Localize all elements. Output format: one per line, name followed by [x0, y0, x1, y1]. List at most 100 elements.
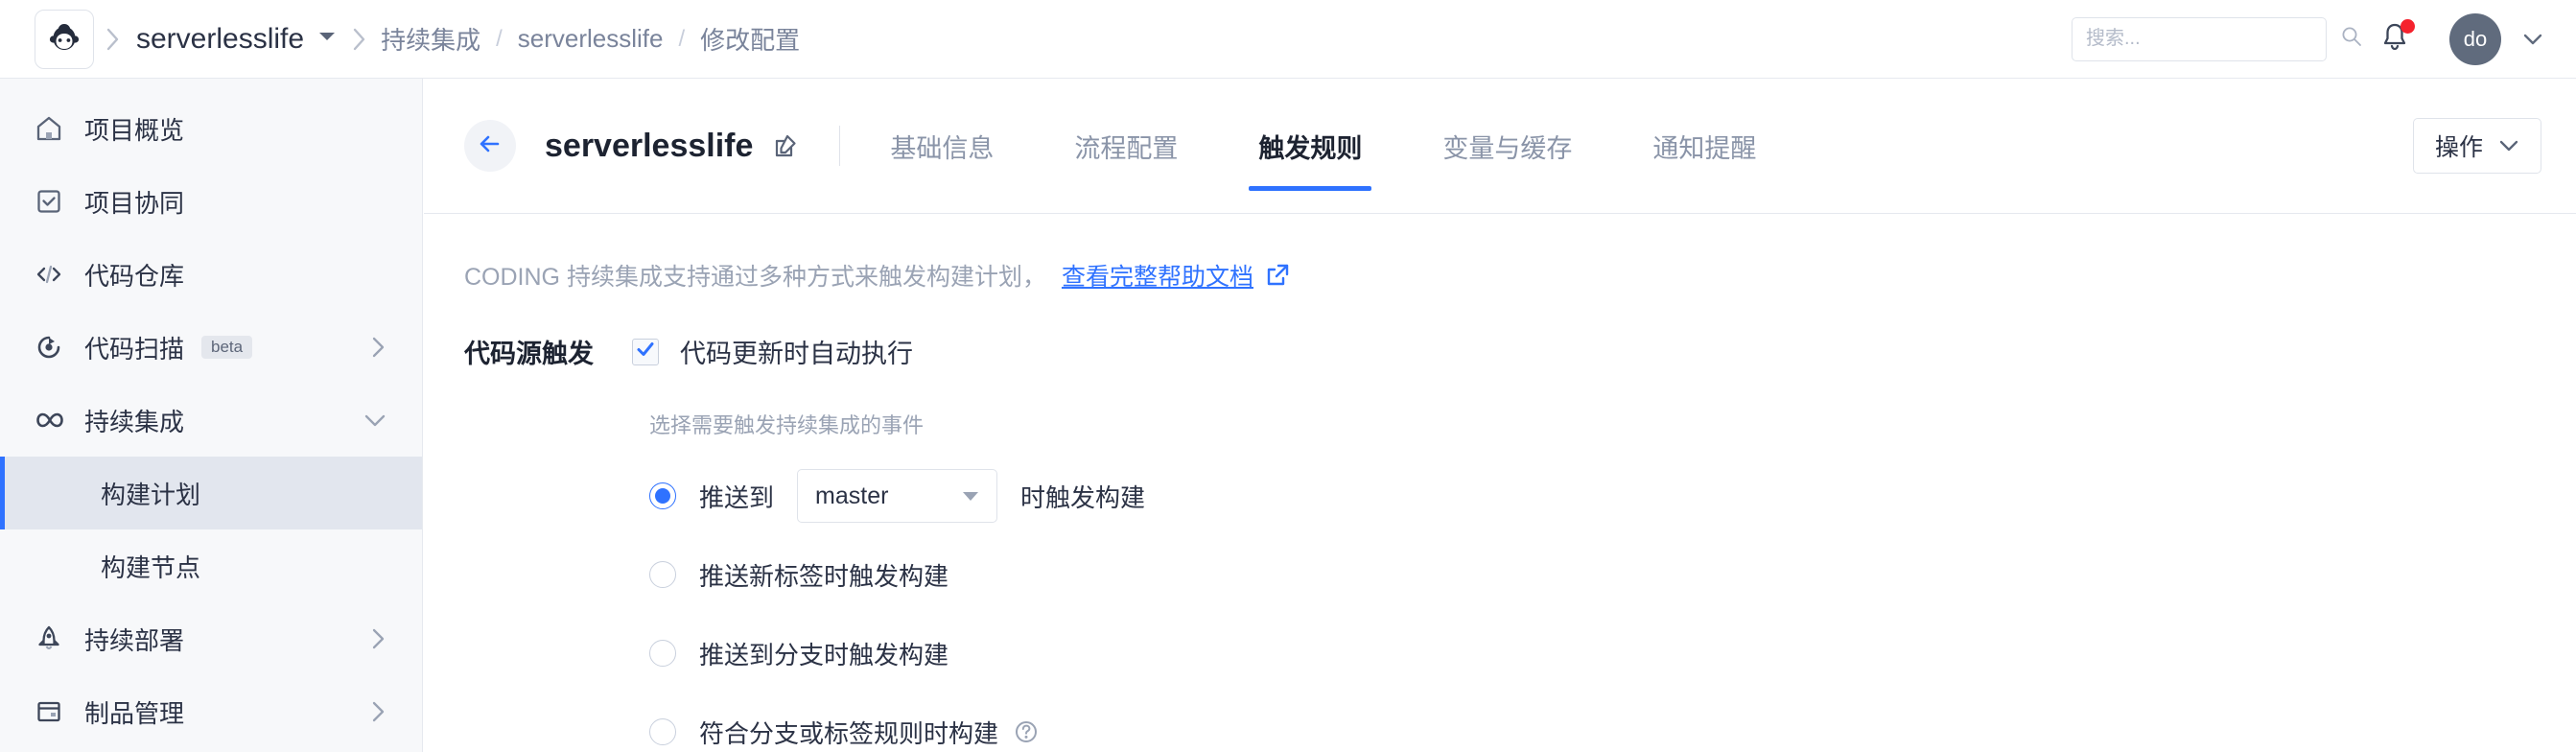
archive-box-icon	[35, 697, 79, 726]
radio-row-match-branch-or-tag-rule: 符合分支或标签规则时构建	[649, 702, 2536, 752]
sidebar-subitem-label: 构建节点	[101, 552, 201, 582]
radio-row-push-new-tag: 推送新标签时触发构建	[649, 545, 2536, 604]
sidebar-item-label: 制品管理	[84, 698, 185, 728]
sidebar: 项目概览 项目协同 代码仓库 代码扫描 beta 持续集成 构建计划 构建节点 …	[0, 79, 423, 752]
sidebar-item-label: 持续集成	[84, 407, 185, 436]
monkey-logo-icon	[45, 20, 83, 59]
code-brackets-icon	[35, 260, 79, 289]
chevron-down-icon	[2498, 132, 2519, 160]
radio-label-prefix: 推送到	[699, 482, 775, 512]
sidebar-subitem-label: 构建计划	[101, 480, 201, 509]
breadcrumb-item-0[interactable]: 持续集成	[379, 21, 482, 57]
tab-basic-info[interactable]: 基础信息	[880, 79, 1003, 214]
radio-match-rule[interactable]	[649, 718, 676, 745]
avatar-initials: do	[2463, 26, 2488, 51]
search-icon[interactable]	[2340, 25, 2363, 53]
sidebar-item-build-node[interactable]: 构建节点	[0, 529, 422, 602]
sidebar-item-label: 代码扫描	[84, 334, 185, 364]
radio-push-new-tag[interactable]	[649, 561, 676, 588]
trigger-rules-panel: CODING 持续集成支持通过多种方式来触发构建计划， 查看完整帮助文档 代码源…	[424, 214, 2576, 752]
source-trigger-row: 代码源触发 代码更新时自动执行	[464, 333, 2536, 370]
tab-label: 触发规则	[1258, 133, 1363, 163]
page-title: serverlesslife	[545, 127, 754, 164]
tab-label: 基础信息	[890, 133, 995, 163]
tab-label: 变量与缓存	[1442, 133, 1573, 163]
external-link-icon[interactable]	[1265, 263, 1290, 288]
breadcrumb-separator: /	[496, 25, 503, 52]
trigger-event-radio-group: 推送到 master 时触发构建 推送新标签时触发构建 推送到分支时触发构建 符…	[649, 466, 2536, 752]
auto-execute-checkbox[interactable]	[632, 338, 659, 365]
breadcrumb-item-2[interactable]: 修改配置	[698, 21, 802, 57]
help-description: CODING 持续集成支持通过多种方式来触发构建计划， 查看完整帮助文档	[464, 258, 2536, 293]
check-icon	[635, 339, 656, 364]
tab-notifications[interactable]: 通知提醒	[1643, 79, 1766, 214]
sidebar-item-label: 项目协同	[84, 188, 185, 218]
avatar[interactable]: do	[2449, 12, 2501, 65]
header-divider	[839, 126, 841, 166]
back-button[interactable]	[464, 120, 516, 172]
tab-trigger-rules[interactable]: 触发规则	[1249, 79, 1372, 214]
tab-process-config[interactable]: 流程配置	[1065, 79, 1187, 214]
breadcrumb: 持续集成 / serverlesslife / 修改配置	[379, 21, 802, 57]
breadcrumb-item-1[interactable]: serverlesslife	[516, 24, 666, 54]
radio-label-suffix: 时触发构建	[1020, 482, 1146, 512]
sidebar-item-project-collaboration[interactable]: 项目协同	[0, 165, 422, 238]
radio-push-to[interactable]	[649, 482, 676, 509]
rocket-icon	[35, 624, 79, 653]
question-circle-icon[interactable]	[1014, 719, 1039, 744]
search-input[interactable]	[2086, 28, 2340, 50]
tab-bar: 基础信息 流程配置 触发规则 变量与缓存 通知提醒	[880, 79, 1827, 214]
project-name: serverlesslife	[136, 22, 305, 55]
chevron-right-icon[interactable]	[368, 626, 387, 651]
chevron-right-icon[interactable]	[368, 335, 387, 360]
help-doc-link[interactable]: 查看完整帮助文档	[1062, 258, 1253, 293]
main-content: serverlesslife 基础信息 流程配置 触发规则 变量与缓存 通知提醒	[424, 79, 2576, 752]
branch-select-value: master	[815, 482, 889, 509]
sidebar-item-project-overview[interactable]: 项目概览	[0, 92, 422, 165]
tab-label: 通知提醒	[1652, 133, 1757, 163]
radio-label: 推送新标签时触发构建	[699, 561, 949, 591]
home-icon	[35, 114, 79, 143]
tab-variables-cache[interactable]: 变量与缓存	[1433, 79, 1581, 214]
scan-circle-icon	[35, 333, 79, 362]
auto-execute-label: 代码更新时自动执行	[680, 340, 913, 368]
checkbox-square-icon	[35, 187, 79, 216]
edit-pencil-icon[interactable]	[772, 132, 799, 159]
chevron-right-icon	[94, 27, 132, 52]
sidebar-item-badge: beta	[201, 336, 253, 359]
chevron-right-icon[interactable]	[368, 699, 387, 724]
radio-row-push-to-any-branch: 推送到分支时触发构建	[649, 623, 2536, 683]
sidebar-item-continuous-deployment[interactable]: 持续部署	[0, 602, 422, 675]
radio-push-to-any-branch[interactable]	[649, 640, 676, 667]
event-select-hint: 选择需要触发持续集成的事件	[649, 413, 925, 437]
operations-button-label: 操作	[2434, 134, 2483, 161]
branch-select[interactable]: master	[797, 469, 998, 523]
sidebar-item-label: 项目概览	[84, 115, 185, 145]
chevron-down-icon[interactable]	[2522, 32, 2543, 47]
sidebar-item-code-scan[interactable]: 代码扫描 beta	[0, 311, 422, 384]
notification-badge-dot	[2400, 18, 2415, 34]
arrow-left-icon	[477, 131, 503, 161]
sidebar-item-artifact-management[interactable]: 制品管理	[0, 675, 422, 748]
sidebar-item-build-plan[interactable]: 构建计划	[0, 457, 422, 529]
caret-down-icon	[960, 488, 981, 504]
search-box[interactable]	[2072, 16, 2361, 61]
sidebar-item-label: 持续部署	[84, 625, 185, 655]
chevron-right-icon	[340, 27, 379, 52]
sidebar-item-continuous-integration[interactable]: 持续集成	[0, 384, 422, 457]
app-logo[interactable]	[35, 9, 94, 69]
project-switcher[interactable]: serverlesslife	[132, 23, 340, 56]
radio-row-push-to-branch-named: 推送到 master 时触发构建	[649, 466, 2536, 526]
top-bar: serverlesslife 持续集成 / serverlesslife / 修…	[0, 0, 2576, 79]
source-trigger-label: 代码源触发	[464, 340, 594, 368]
infinity-icon	[35, 410, 79, 431]
notifications-button[interactable]	[2378, 18, 2415, 58]
operations-button[interactable]: 操作	[2412, 118, 2541, 174]
caret-down-icon	[317, 30, 337, 48]
tab-label: 流程配置	[1074, 133, 1179, 163]
chevron-down-icon[interactable]	[363, 411, 387, 430]
help-description-text: CODING 持续集成支持通过多种方式来触发构建计划，	[464, 264, 1046, 291]
sidebar-item-code-repository[interactable]: 代码仓库	[0, 238, 422, 311]
sidebar-item-label: 代码仓库	[84, 261, 185, 291]
radio-label: 符合分支或标签规则时构建	[699, 718, 999, 748]
